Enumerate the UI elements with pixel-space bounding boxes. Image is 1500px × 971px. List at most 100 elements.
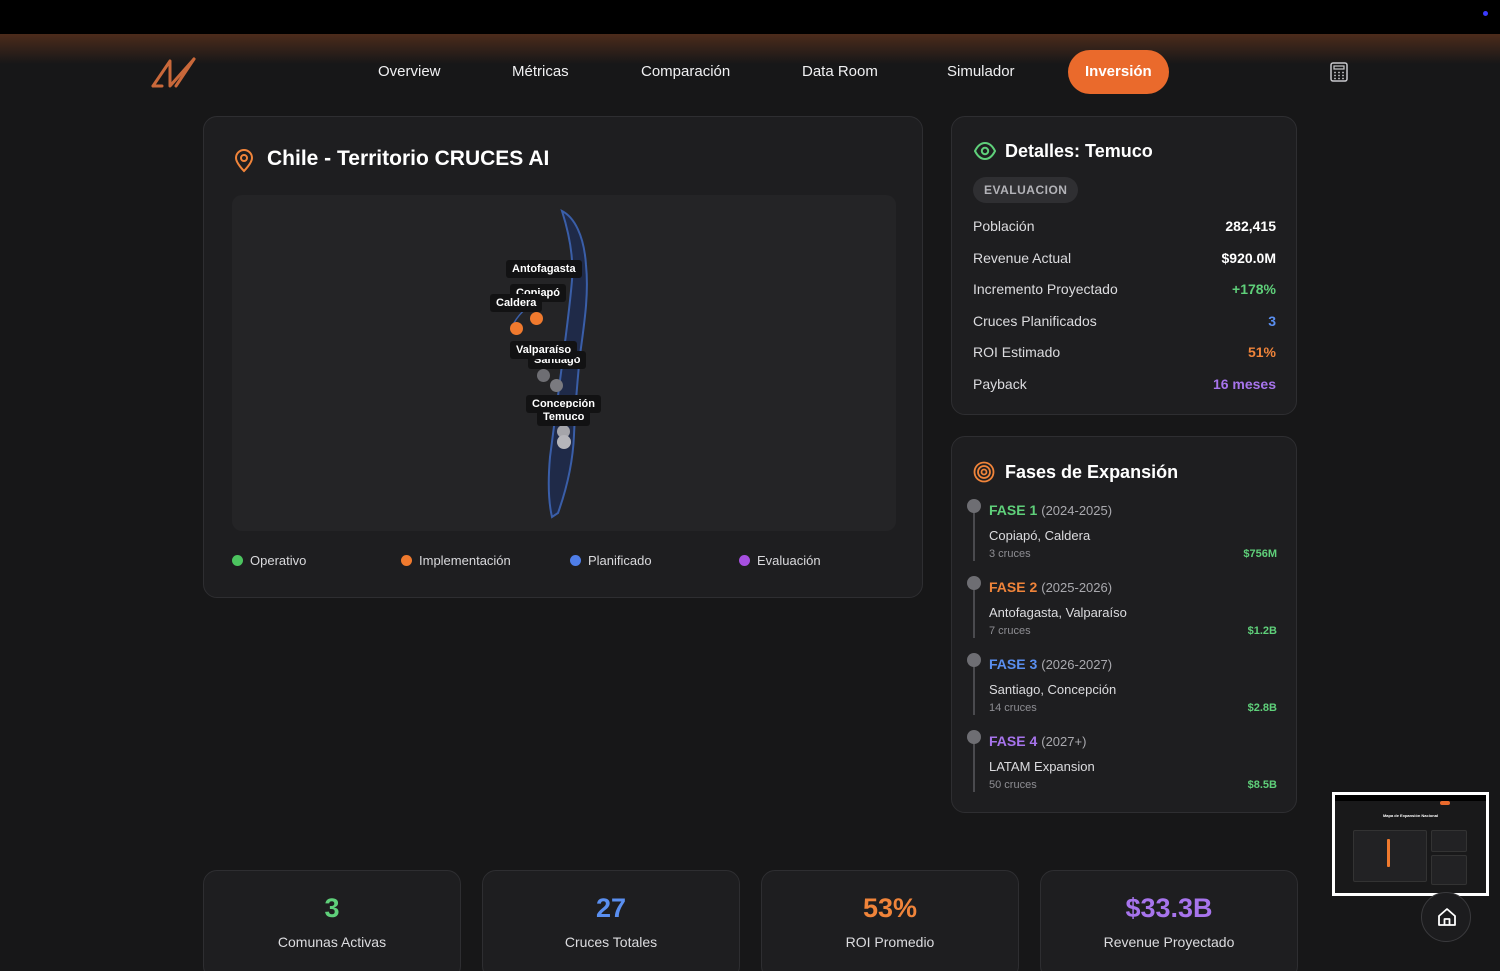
timeline-node-icon xyxy=(967,499,981,513)
detail-label: Revenue Actual xyxy=(973,250,1072,266)
legend-dot-icon xyxy=(570,555,581,566)
legend-dot-icon xyxy=(739,555,750,566)
detail-value: 3 xyxy=(1268,313,1276,329)
detail-value: $920.0M xyxy=(1221,250,1276,266)
phase-item-2: FASE 2 (2025-2026) Antofagasta, Valparaís… xyxy=(967,576,1277,638)
city-label-valparaiso: Valparaíso xyxy=(510,341,578,359)
target-icon xyxy=(973,461,995,483)
timeline-line xyxy=(973,736,975,792)
thumb-title: Mapa de Expansión Nacional xyxy=(1382,813,1439,818)
thumb-map-shape xyxy=(1387,839,1390,867)
phase-amount: $8.5B xyxy=(1247,779,1277,791)
thumb-active-tab xyxy=(1440,801,1450,805)
nav-item-metricas[interactable]: Métricas xyxy=(512,50,569,94)
timeline-line xyxy=(973,582,975,638)
home-button[interactable] xyxy=(1421,892,1471,942)
legend-evaluacion: Evaluación xyxy=(739,553,821,568)
phase-amount: $1.2B xyxy=(1247,625,1277,637)
legend-planificado: Planificado xyxy=(570,553,652,568)
detail-label: Payback xyxy=(973,376,1027,392)
system-top-bar xyxy=(0,0,1500,34)
phase-name: FASE 4 (2027+) xyxy=(989,733,1087,749)
city-label-antofagasta: Antofagasta xyxy=(506,260,582,278)
legend-operativo: Operativo xyxy=(232,553,306,568)
detail-value: +178% xyxy=(1232,281,1276,297)
brand-logo-icon[interactable] xyxy=(150,56,198,90)
phase-name: FASE 2 (2025-2026) xyxy=(989,579,1113,595)
detail-row-roi: ROI Estimado 51% xyxy=(973,344,1276,360)
phase-name: FASE 1 (2024-2025) xyxy=(989,502,1113,518)
phase-cruces: 7 cruces xyxy=(989,625,1031,637)
detail-label: Incremento Proyectado xyxy=(973,281,1118,297)
details-title: Detalles: Temuco xyxy=(1005,141,1153,161)
stat-value: 53% xyxy=(862,893,918,923)
stat-card-cruces: 27 Cruces Totales xyxy=(482,870,740,971)
status-badge: EVALUACION xyxy=(973,177,1079,203)
city-dot-santiago[interactable] xyxy=(550,379,563,392)
stat-label: ROI Promedio xyxy=(845,934,935,950)
thumb-map-card xyxy=(1353,830,1427,882)
legend-dot-icon xyxy=(401,555,412,566)
timeline-node-icon xyxy=(967,576,981,590)
details-card: Detalles: Temuco EVALUACION Población 282… xyxy=(951,116,1297,415)
city-dot-caldera[interactable] xyxy=(510,322,523,335)
detail-value: 282,415 xyxy=(1225,218,1276,234)
phase-cruces: 14 cruces xyxy=(989,702,1037,714)
timeline-line xyxy=(973,659,975,715)
phase-item-3: FASE 3 (2026-2027) Santiago, Concepción 1… xyxy=(967,653,1277,715)
phase-cities: Copiapó, Caldera xyxy=(989,528,1091,543)
nav-item-comparacion[interactable]: Comparación xyxy=(641,50,730,94)
city-dot-temuco[interactable] xyxy=(557,435,571,449)
timeline-node-icon xyxy=(967,730,981,744)
phase-amount: $2.8B xyxy=(1247,702,1277,714)
chile-map[interactable]: Antofagasta Copiapó Caldera Santiago Val… xyxy=(232,195,896,531)
page-thumbnail-preview[interactable]: Mapa de Expansión Nacional xyxy=(1332,792,1489,896)
nav-item-simulador[interactable]: Simulador xyxy=(947,50,1015,94)
phase-cities: Santiago, Concepción xyxy=(989,682,1117,697)
detail-row-cruces: Cruces Planificados 3 xyxy=(973,313,1276,329)
detail-value: 16 meses xyxy=(1212,376,1276,392)
nav-item-overview[interactable]: Overview xyxy=(378,50,441,94)
stat-label: Revenue Proyectado xyxy=(1103,934,1235,950)
thumb-details-card xyxy=(1431,830,1467,852)
detail-label: Población xyxy=(973,218,1035,234)
detail-row-poblacion: Población 282,415 xyxy=(973,218,1276,234)
detail-row-incremento: Incremento Proyectado +178% xyxy=(973,281,1276,297)
timeline-node-icon xyxy=(967,653,981,667)
detail-row-revenue: Revenue Actual $920.0M xyxy=(973,250,1276,266)
map-card: Chile - Territorio CRUCES AI Antofagasta… xyxy=(203,116,923,598)
city-dot-valparaiso[interactable] xyxy=(537,369,550,382)
city-label-temuco: Temuco xyxy=(537,408,591,426)
stat-value: $33.3B xyxy=(1125,893,1213,923)
phases-title: Fases de Expansión xyxy=(1005,462,1179,482)
eye-icon xyxy=(974,142,996,160)
timeline-line xyxy=(973,505,975,561)
stat-card-roi: 53% ROI Promedio xyxy=(761,870,1019,971)
stat-label: Cruces Totales xyxy=(564,934,658,950)
stat-card-revenue: $33.3B Revenue Proyectado xyxy=(1040,870,1298,971)
phase-item-1: FASE 1 (2024-2025) Copiapó, Caldera 3 cru… xyxy=(967,499,1277,561)
legend-label: Planificado xyxy=(588,553,652,568)
phase-name: FASE 3 (2026-2027) xyxy=(989,656,1113,672)
expansion-phases-card: Fases de Expansión FASE 1 (2024-2025) Cop… xyxy=(951,436,1297,813)
stat-value: 27 xyxy=(595,893,627,923)
map-title: Chile - Territorio CRUCES AI xyxy=(267,147,550,170)
legend-label: Evaluación xyxy=(757,553,821,568)
detail-label: ROI Estimado xyxy=(973,344,1061,360)
legend-label: Implementación xyxy=(419,553,511,568)
stat-value: 3 xyxy=(324,893,340,923)
city-dot-antofagasta[interactable] xyxy=(530,312,543,325)
calculator-icon[interactable] xyxy=(1330,62,1348,82)
phase-amount: $756M xyxy=(1243,548,1277,560)
thumb-topbar xyxy=(1335,795,1486,801)
stat-label: Comunas Activas xyxy=(277,934,387,950)
phase-item-4: FASE 4 (2027+) LATAM Expansion 50 cruces … xyxy=(967,730,1277,792)
phase-cruces: 50 cruces xyxy=(989,779,1037,791)
legend-dot-icon xyxy=(232,555,243,566)
legend-implementacion: Implementación xyxy=(401,553,511,568)
nav-item-data-room[interactable]: Data Room xyxy=(802,50,878,94)
stat-card-comunas: 3 Comunas Activas xyxy=(203,870,461,971)
nav-item-inversion[interactable]: Inversión xyxy=(1068,50,1169,94)
phase-cities: LATAM Expansion xyxy=(989,759,1095,774)
thumb-phases-card xyxy=(1431,855,1467,885)
